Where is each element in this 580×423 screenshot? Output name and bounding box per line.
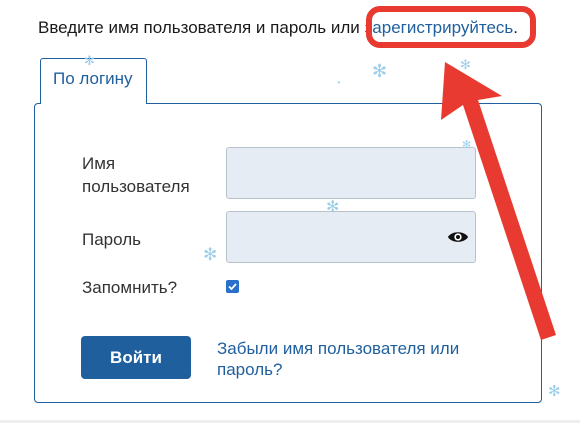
snowflake-icon: ✻ <box>326 199 340 216</box>
intro-prefix: Введите имя пользователя и пароль или <box>38 18 365 37</box>
username-field[interactable] <box>226 147 476 199</box>
snowflake-icon: ✻ <box>203 245 218 264</box>
snowflake-icon: ✻ <box>84 53 95 68</box>
annotation-highlight-box <box>366 6 536 48</box>
username-label: Имя пользователя <box>82 154 190 196</box>
login-button[interactable]: Войти <box>81 336 191 379</box>
snowflake-icon: ✻ <box>372 61 388 81</box>
checkmark-icon <box>228 283 237 291</box>
password-field[interactable] <box>226 211 476 263</box>
tab-label: По логину <box>53 69 133 88</box>
forgot-credentials-link[interactable]: Забыли имя пользователя или пароль? <box>217 338 487 380</box>
eye-icon[interactable] <box>447 227 469 247</box>
snowflake-icon: ● <box>337 80 341 86</box>
snowflake-icon: ✻ <box>462 139 472 151</box>
password-label: Пароль <box>82 230 141 249</box>
snowflake-icon: ✻ <box>460 57 471 72</box>
snowflake-icon: ✻ <box>548 383 561 400</box>
remember-checkbox[interactable] <box>226 280 239 293</box>
remember-label: Запомнить? <box>82 278 178 297</box>
